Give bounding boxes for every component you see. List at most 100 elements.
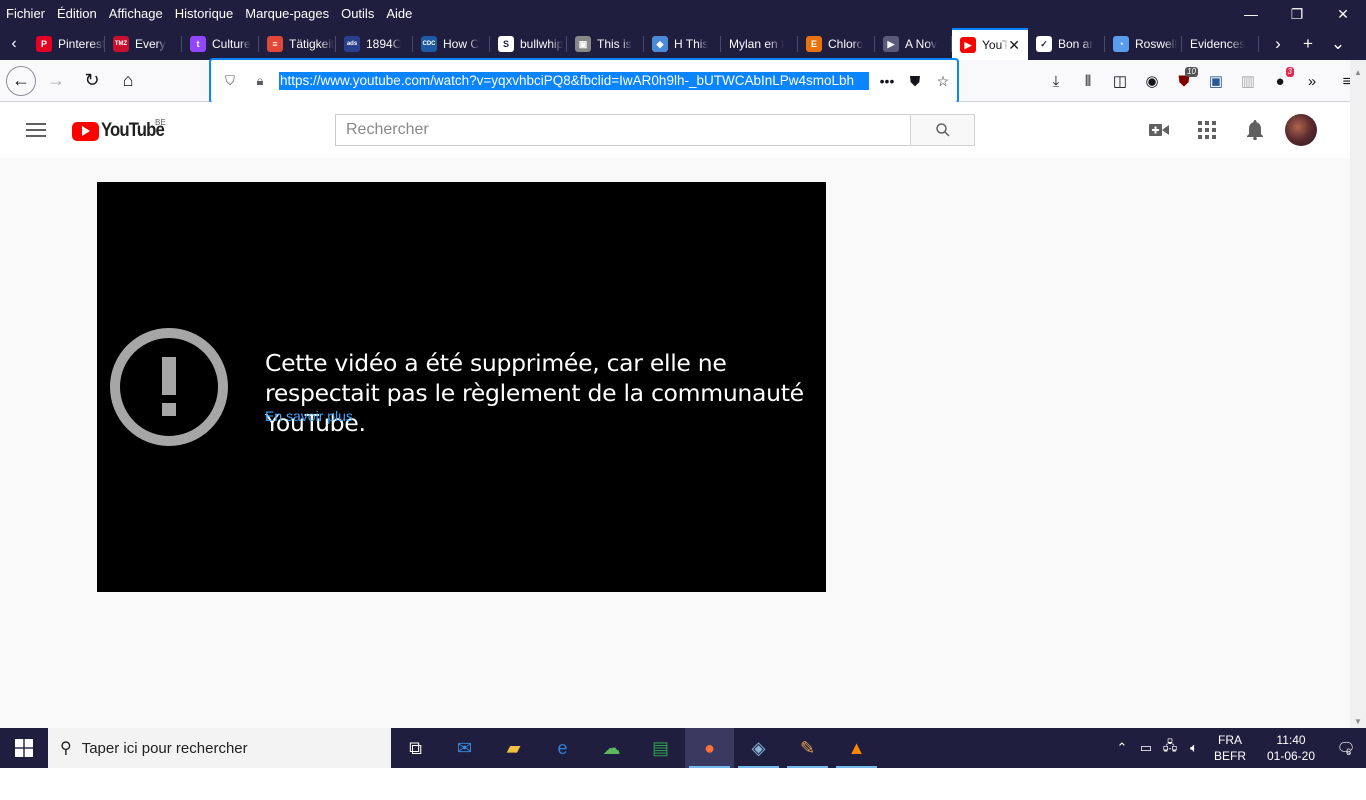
- tab-15[interactable]: Evidences: [1182, 28, 1259, 60]
- scroll-up-arrow-icon[interactable]: ▲: [1354, 68, 1362, 77]
- clock[interactable]: 11:40 01-06-20: [1256, 732, 1326, 764]
- menu-aide[interactable]: Aide: [380, 4, 418, 24]
- home-button[interactable]: ⌂: [112, 65, 144, 97]
- pinterest-icon: P: [36, 36, 52, 52]
- youtube-logo[interactable]: YouTube BE: [72, 118, 172, 142]
- menu-historique[interactable]: Historique: [169, 4, 240, 24]
- minimize-button[interactable]: —: [1228, 0, 1274, 28]
- start-button[interactable]: [0, 728, 48, 768]
- tab-scroll-right-button[interactable]: ›: [1263, 34, 1293, 54]
- tab-8[interactable]: ◆ H This: [644, 28, 721, 60]
- battery-icon[interactable]: ▭: [1134, 740, 1158, 756]
- downloads-icon[interactable]: ⤓: [1040, 65, 1072, 97]
- cloud-app-icon[interactable]: ☁: [587, 728, 636, 768]
- notes-app-icon[interactable]: ▤: [636, 728, 685, 768]
- tab-4[interactable]: ads 1894C: [336, 28, 413, 60]
- tab-9[interactable]: Mylan en f: [721, 28, 798, 60]
- cdc-icon: CDC: [421, 36, 437, 52]
- task-view-icon[interactable]: ⧉: [391, 728, 440, 768]
- search-button[interactable]: [910, 114, 975, 146]
- notifications-bell-icon[interactable]: [1231, 114, 1279, 146]
- tab-scroll-left-button[interactable]: ‹: [0, 28, 28, 60]
- list-all-tabs-button[interactable]: ⌄: [1323, 34, 1353, 54]
- vlc-icon[interactable]: ▲: [832, 728, 881, 768]
- save-icon[interactable]: ▣: [1200, 65, 1232, 97]
- file-explorer-icon[interactable]: ▰: [489, 728, 538, 768]
- tab-label: Chloro: [828, 37, 864, 51]
- library-icon[interactable]: ⫴: [1072, 65, 1104, 97]
- taskbar-search-placeholder: Taper ici pour rechercher: [81, 739, 248, 757]
- tab-14[interactable]: ◔ Roswell: [1105, 28, 1182, 60]
- twitch-icon: t: [190, 36, 206, 52]
- tracking-protection-icon[interactable]: ⛉: [219, 73, 241, 89]
- bookmark-star-icon[interactable]: ☆: [929, 73, 957, 90]
- back-button[interactable]: ←: [6, 65, 36, 96]
- tab-12[interactable]: ▶ YouTube✕: [952, 28, 1028, 60]
- tab-5[interactable]: CDC How C: [413, 28, 490, 60]
- sidebar-icon[interactable]: ◫: [1104, 65, 1136, 97]
- tmz-icon: TMZ: [113, 36, 129, 52]
- menu-affichage[interactable]: Affichage: [103, 4, 169, 24]
- new-tab-button[interactable]: +: [1293, 34, 1323, 54]
- tabs-container: P Pinterest TMZ Every t Culture ≡ Tätigkeit ads 1…: [28, 28, 1259, 60]
- page-actions-icon[interactable]: •••: [873, 73, 901, 90]
- taskbar-search-input[interactable]: ⚲ Taper ici pour rechercher: [48, 728, 391, 768]
- reload-button[interactable]: ↻: [76, 65, 108, 97]
- tab-1[interactable]: TMZ Every: [105, 28, 182, 60]
- tab-0[interactable]: P Pinterest: [28, 28, 105, 60]
- ads-icon: ads: [344, 36, 360, 52]
- tab-label: H This: [674, 37, 709, 51]
- create-video-icon[interactable]: [1135, 114, 1183, 146]
- pocket-icon[interactable]: ⛊: [901, 73, 929, 90]
- avatar[interactable]: [1285, 114, 1317, 146]
- paint-icon[interactable]: ✎: [783, 728, 832, 768]
- e-icon: E: [806, 36, 822, 52]
- network-icon[interactable]: 🖧︎: [1158, 737, 1182, 759]
- menu-marque-pages[interactable]: Marque-pages: [239, 4, 335, 24]
- edge-icon[interactable]: e: [538, 728, 587, 768]
- account-icon[interactable]: ◉: [1136, 65, 1168, 97]
- menu-bar: Fichier Édition Affichage Historique Mar…: [0, 0, 1366, 28]
- youtube-header: YouTube BE Rechercher: [0, 102, 1350, 158]
- close-window-button[interactable]: ✕: [1320, 0, 1366, 28]
- menu-edition[interactable]: Édition: [51, 4, 103, 24]
- url-bar[interactable]: ⛉ 🔒︎ https://www.youtube.com/watch?v=yqx…: [210, 59, 958, 103]
- tab-7[interactable]: ▣ This is: [567, 28, 644, 60]
- page-scrollbar[interactable]: ▲ ▼: [1350, 60, 1366, 728]
- reader-icon[interactable]: ▥: [1232, 65, 1264, 97]
- tab-13[interactable]: ✓ Bon ar: [1028, 28, 1105, 60]
- url-text[interactable]: https://www.youtube.com/watch?v=yqxvhbci…: [279, 72, 869, 90]
- close-tab-icon[interactable]: ✕: [1008, 37, 1020, 54]
- check-icon: ✓: [1036, 36, 1052, 52]
- tab-3[interactable]: ≡ Tätigkeit: [259, 28, 336, 60]
- menu-fichier[interactable]: Fichier: [0, 4, 51, 24]
- guide-menu-icon[interactable]: [26, 123, 46, 137]
- volume-icon[interactable]: 🔈︎: [1182, 740, 1206, 756]
- ublock-icon[interactable]: ⛊ 10: [1168, 65, 1200, 97]
- learn-more-link[interactable]: En savoir plus: [265, 408, 353, 424]
- notifications-icon[interactable]: 🗨︎ 6: [1326, 739, 1366, 757]
- restore-button[interactable]: ❐: [1274, 0, 1320, 28]
- scroll-down-arrow-icon[interactable]: ▼: [1354, 717, 1362, 726]
- language-indicator[interactable]: FRA BEFR: [1210, 732, 1250, 764]
- apps-grid-icon[interactable]: [1183, 114, 1231, 146]
- menu-outils[interactable]: Outils: [335, 4, 380, 24]
- forward-button[interactable]: →: [40, 65, 72, 97]
- tab-10[interactable]: E Chloro: [798, 28, 875, 60]
- lock-icon[interactable]: 🔒︎: [249, 73, 271, 89]
- tab-11[interactable]: ▶ A Nov: [875, 28, 952, 60]
- mail-icon[interactable]: ✉: [440, 728, 489, 768]
- photo-icon: ▣: [575, 36, 591, 52]
- tab-label: Tätigkeit: [289, 37, 335, 51]
- tab-6[interactable]: Sbullwhip: [490, 28, 567, 60]
- search-input[interactable]: Rechercher: [335, 114, 911, 146]
- show-hidden-icons-icon[interactable]: ⌃: [1110, 740, 1134, 756]
- toolbar-right: ⤓ ⫴ ◫ ◉ ⛊ 10 ▣ ▥ ● 3 » ≡: [1040, 60, 1366, 102]
- firefox-icon[interactable]: ●: [685, 728, 734, 768]
- more-tools-icon[interactable]: »: [1296, 65, 1328, 97]
- book-app-icon[interactable]: ◈: [734, 728, 783, 768]
- extension-icon[interactable]: ● 3: [1264, 65, 1296, 97]
- video-player[interactable]: Cette vidéo a été supprimée, car elle ne…: [97, 182, 826, 592]
- window-controls: — ❐ ✕: [1228, 0, 1366, 28]
- tab-2[interactable]: t Culture: [182, 28, 259, 60]
